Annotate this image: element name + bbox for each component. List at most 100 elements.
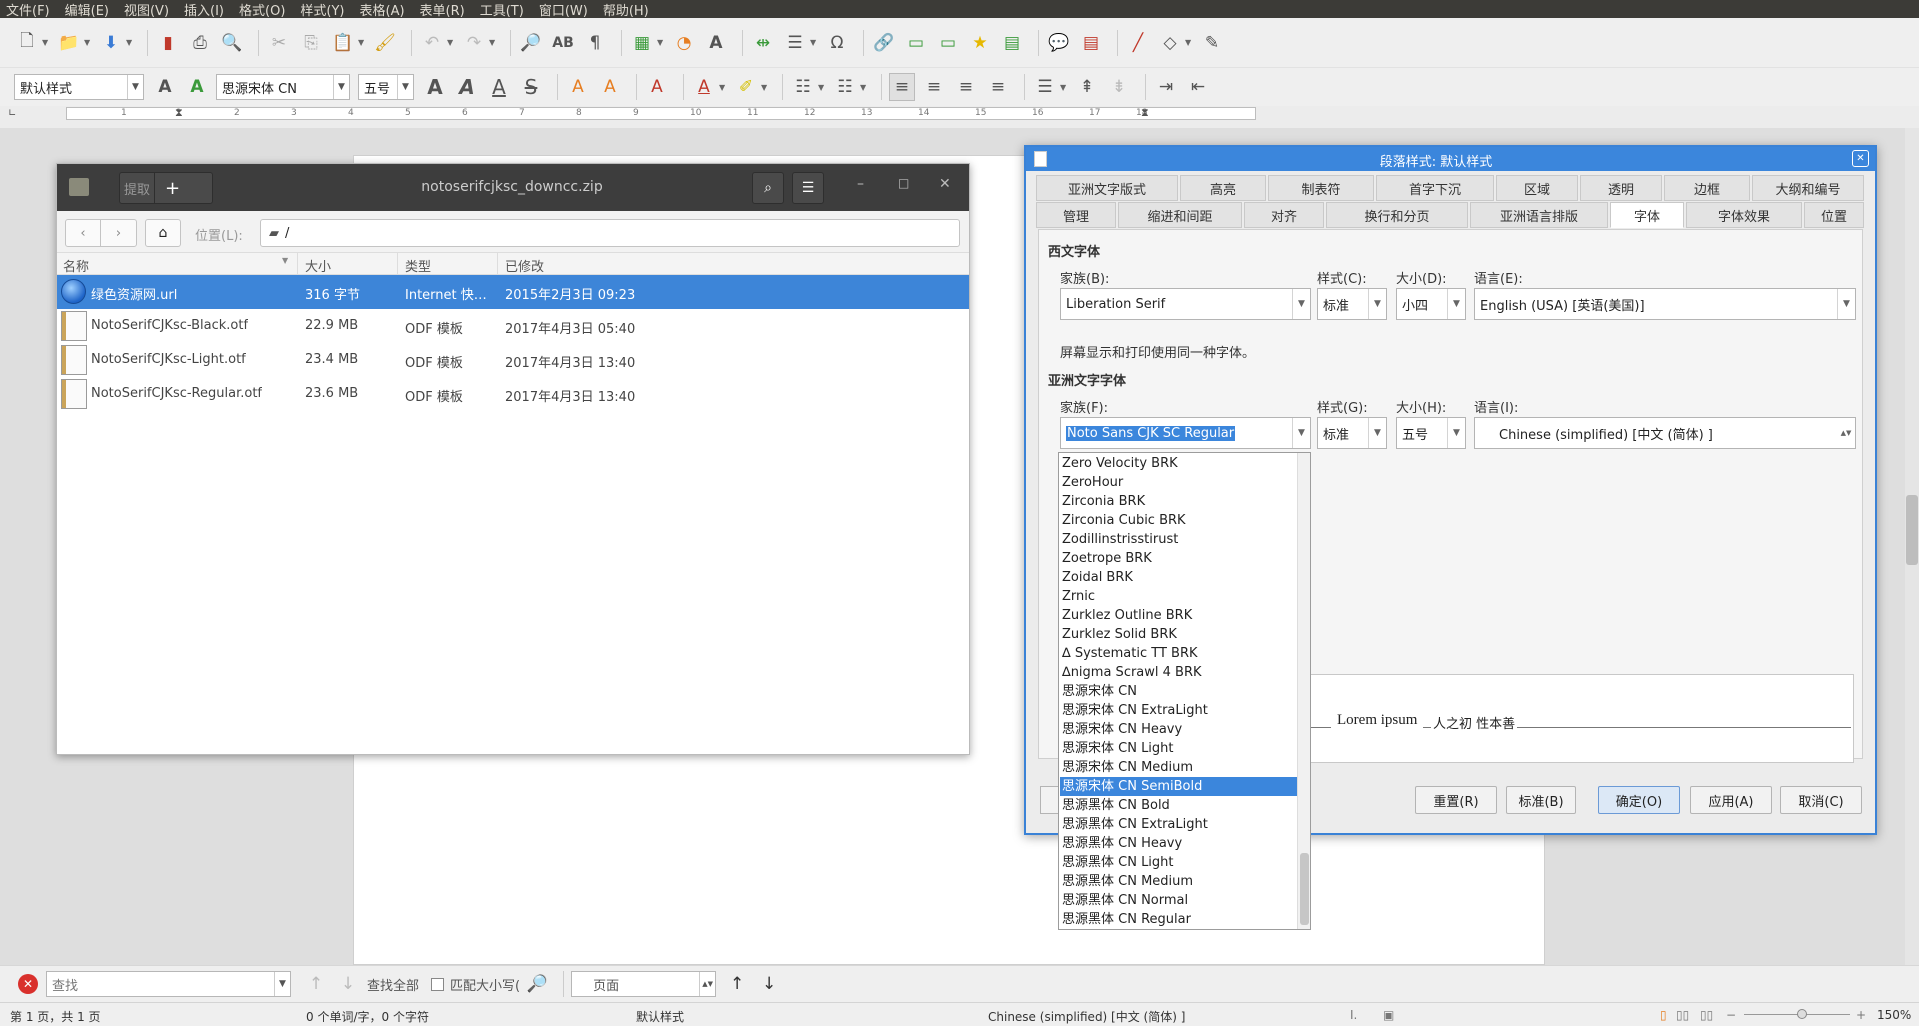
font-option[interactable]: 思源黑体 CN Regular xyxy=(1060,910,1298,929)
tab-item[interactable]: 边框 xyxy=(1664,175,1750,201)
chevron-down-icon[interactable]: ▼ xyxy=(1060,83,1068,92)
extract-button[interactable]: 提取 + xyxy=(119,172,213,204)
insert-mode-icon[interactable]: I. xyxy=(1350,1008,1357,1022)
single-page-view-icon[interactable]: ▯ xyxy=(1660,1008,1667,1022)
navigate-down-icon[interactable]: ↓ xyxy=(756,970,782,998)
menu-item[interactable]: 插入(I) xyxy=(184,0,224,19)
current-language[interactable]: Chinese (simplified) [中文 (简体) ] xyxy=(988,1008,1185,1025)
chevron-down-icon[interactable]: ▼ xyxy=(489,38,497,47)
file-row[interactable]: 绿色资源网.url 316 字节 Internet 快捷... 2015年2月3… xyxy=(57,275,969,309)
word-count[interactable]: 0 个单词/字，0 个字符 xyxy=(306,1008,429,1025)
tab-stop-icon[interactable]: ∟ xyxy=(8,108,16,119)
font-option[interactable]: 思源黑体 CN ExtraLight xyxy=(1060,815,1298,834)
scrollbar-thumb[interactable] xyxy=(1906,495,1918,565)
redo-icon[interactable]: ↷ xyxy=(461,29,487,57)
chevron-down-icon[interactable]: ▼ xyxy=(1292,289,1310,319)
strikethrough-icon[interactable]: S xyxy=(518,73,544,101)
page-count[interactable]: 第 1 页，共 1 页 xyxy=(10,1008,101,1025)
minimize-icon[interactable]: – xyxy=(857,176,864,192)
zoom-slider-handle[interactable] xyxy=(1797,1009,1807,1019)
font-option[interactable]: ∆nigma Scrawl 4 BRK xyxy=(1060,663,1298,682)
menu-item[interactable]: 表格(A) xyxy=(360,0,405,19)
close-icon[interactable]: ✕ xyxy=(18,974,38,994)
clone-formatting-icon[interactable]: 🖌 xyxy=(372,29,398,57)
decrease-indent-icon[interactable]: ⇤ xyxy=(1185,73,1211,101)
font-option[interactable]: Zurklez Outline BRK xyxy=(1060,606,1298,625)
horizontal-ruler[interactable]: 1 1 2 3 4 5 6 7 8 9 10 11 12 13 14 15 16 17 18 ⧗ ⧗ xyxy=(66,106,1256,120)
print-preview-icon[interactable]: 🔍 xyxy=(219,29,245,57)
location-input[interactable]: ▰ / xyxy=(260,219,960,247)
column-type[interactable]: 类型 xyxy=(405,256,431,275)
tab-item[interactable]: 高亮 xyxy=(1180,175,1266,201)
new-style-icon[interactable]: A xyxy=(184,73,210,101)
scrollbar-thumb[interactable] xyxy=(1300,853,1309,925)
chevron-down-icon[interactable]: ▼ xyxy=(719,83,727,92)
chevron-down-icon[interactable]: ▼ xyxy=(42,38,50,47)
home-icon[interactable]: ⌂ xyxy=(145,219,181,247)
formatting-marks-icon[interactable]: ¶ xyxy=(582,29,608,57)
close-icon[interactable]: ✕ xyxy=(1852,150,1869,167)
bold-icon[interactable]: A xyxy=(422,73,448,101)
font-option[interactable]: 思源黑体 CN Heavy xyxy=(1060,834,1298,853)
undo-icon[interactable]: ↶ xyxy=(419,29,445,57)
chevron-down-icon[interactable]: ▼ xyxy=(818,83,826,92)
menu-item[interactable]: 工具(T) xyxy=(480,0,524,19)
paste-icon[interactable]: 📋 xyxy=(330,29,356,57)
hyperlink-icon[interactable]: 🔗 xyxy=(871,29,897,57)
cancel-button[interactable]: 取消(C) xyxy=(1780,786,1862,814)
numbered-list-icon[interactable]: ☷ xyxy=(832,73,858,101)
column-name[interactable]: 名称 xyxy=(63,256,89,275)
font-option[interactable]: 思源黑体 CN Medium xyxy=(1060,872,1298,891)
font-option[interactable]: Zero Velocity BRK xyxy=(1060,454,1298,473)
font-option[interactable]: 思源宋体 CN Light xyxy=(1060,739,1298,758)
standard-button[interactable]: 标准(B) xyxy=(1506,786,1576,814)
increase-paragraph-spacing-icon[interactable]: ⇞ xyxy=(1074,73,1100,101)
insert-field-icon[interactable]: ⇹ xyxy=(750,29,776,57)
menu-item[interactable]: 格式(O) xyxy=(239,0,285,19)
navigate-up-icon[interactable]: ↑ xyxy=(724,970,750,998)
find-replace-icon[interactable]: 🔎 xyxy=(524,970,550,998)
insert-pagebreak-icon[interactable]: ☰ xyxy=(782,29,808,57)
chevron-down-icon[interactable]: ▼ xyxy=(397,75,413,99)
file-row[interactable]: NotoSerifCJKsc-Light.otf 23.4 MB ODF 模板 … xyxy=(57,343,969,377)
western-style-combo[interactable]: 标准 ▼ xyxy=(1317,288,1387,320)
underline-icon[interactable]: A xyxy=(486,73,512,101)
draw-functions-icon[interactable]: ✎ xyxy=(1199,29,1225,57)
asian-language-combo[interactable]: Chinese (simplified) [中文 (简体) ] ▲▼ xyxy=(1474,417,1856,449)
font-option[interactable]: Zoetrope BRK xyxy=(1060,549,1298,568)
tab-item[interactable]: 首字下沉 xyxy=(1376,175,1494,201)
column-size[interactable]: 大小 xyxy=(305,256,331,275)
chevron-down-icon[interactable]: ▼ xyxy=(84,38,92,47)
current-style[interactable]: 默认样式 xyxy=(636,1008,684,1025)
apply-button[interactable]: 应用(A) xyxy=(1690,786,1772,814)
asian-family-combo[interactable]: Noto Sans CJK SC Regular ▼ xyxy=(1060,417,1311,449)
align-right-icon[interactable]: ≡ xyxy=(953,73,979,101)
tab-item[interactable]: 制表符 xyxy=(1268,175,1374,201)
chevron-down-icon[interactable]: ▼ xyxy=(1185,38,1193,47)
align-center-icon[interactable]: ≡ xyxy=(921,73,947,101)
new-document-icon[interactable]: 🗋 xyxy=(14,29,40,57)
menu-item[interactable]: 表单(R) xyxy=(420,0,465,19)
font-size-combo[interactable]: 五号 ▼ xyxy=(358,74,414,100)
special-character-icon[interactable]: Ω xyxy=(824,29,850,57)
clear-formatting-icon[interactable]: A xyxy=(644,73,670,101)
font-option[interactable]: 思源宋体 CN SemiBold xyxy=(1060,777,1298,796)
sort-icon[interactable]: ▼ xyxy=(282,256,288,265)
maximize-icon[interactable]: □ xyxy=(898,176,909,190)
chevron-down-icon[interactable]: ▼ xyxy=(1447,289,1465,319)
update-style-icon[interactable]: A xyxy=(152,73,178,101)
bookmark-icon[interactable]: ★ xyxy=(967,29,993,57)
tab-item[interactable]: 位置 xyxy=(1804,202,1864,228)
line-spacing-icon[interactable]: ☰ xyxy=(1032,73,1058,101)
search-icon[interactable]: ⌕ xyxy=(752,172,784,204)
insert-table-icon[interactable]: ▦ xyxy=(629,29,655,57)
asian-size-combo[interactable]: 五号 ▼ xyxy=(1396,417,1466,449)
line-icon[interactable]: ╱ xyxy=(1125,29,1151,57)
chevron-down-icon[interactable]: ▼ xyxy=(657,38,665,47)
increase-indent-icon[interactable]: ⇥ xyxy=(1153,73,1179,101)
font-option[interactable]: Zurklez Solid BRK xyxy=(1060,625,1298,644)
copy-icon[interactable]: ⎘ xyxy=(298,29,324,57)
basic-shapes-icon[interactable]: ◇ xyxy=(1157,29,1183,57)
asian-style-combo[interactable]: 标准 ▼ xyxy=(1317,417,1387,449)
match-case-checkbox[interactable] xyxy=(431,977,445,991)
